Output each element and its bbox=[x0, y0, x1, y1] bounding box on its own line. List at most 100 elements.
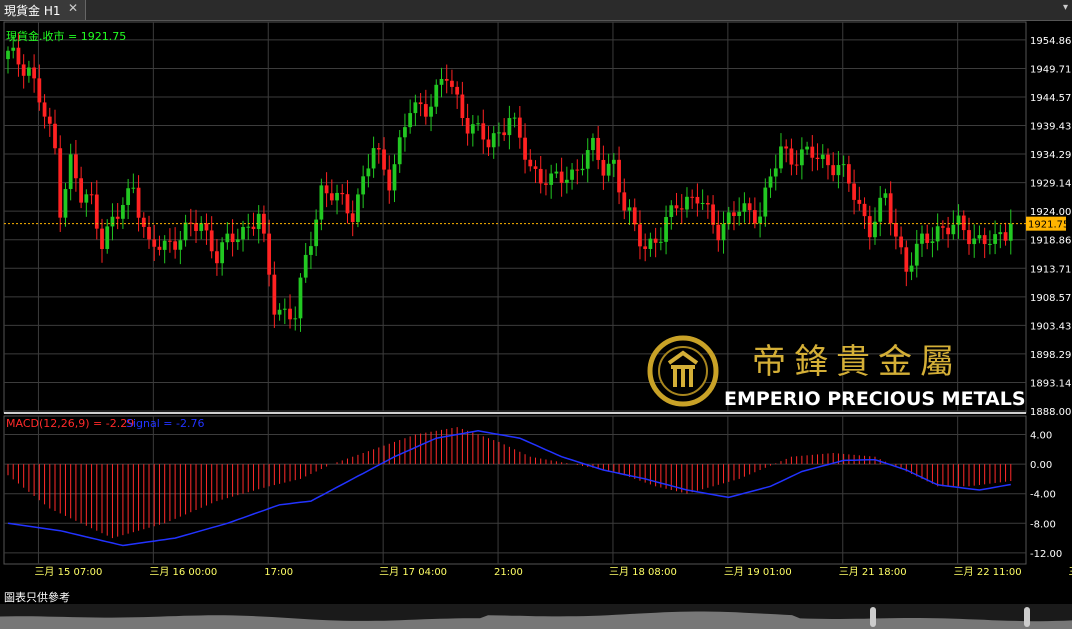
candle-body bbox=[967, 230, 971, 245]
candle-body bbox=[742, 203, 747, 212]
candle-body bbox=[862, 203, 867, 217]
candle-body bbox=[737, 211, 742, 217]
candle-body bbox=[74, 154, 78, 179]
candle-body bbox=[716, 224, 721, 241]
logo-chinese-text: 帝鋒貴金屬 bbox=[752, 342, 962, 382]
candle-body bbox=[517, 117, 522, 138]
candle-body bbox=[544, 183, 548, 185]
x-tick-label: 三月 22 11:00 bbox=[954, 566, 1022, 578]
candle-body bbox=[648, 238, 653, 249]
candle-body bbox=[126, 188, 131, 206]
close-icon[interactable]: ✕ bbox=[68, 1, 78, 15]
candle-body bbox=[538, 168, 543, 184]
candle-body bbox=[21, 64, 26, 76]
candle-body bbox=[799, 149, 804, 166]
candle-body bbox=[669, 205, 674, 218]
candle-body bbox=[564, 179, 569, 183]
candle-body bbox=[888, 193, 893, 224]
chart-scrollbar[interactable] bbox=[0, 604, 1072, 629]
candle-body bbox=[988, 243, 992, 245]
candle-body bbox=[747, 203, 752, 211]
price-tick-label: 1954.86 bbox=[1030, 36, 1071, 47]
candle-body bbox=[403, 127, 407, 138]
candle-body bbox=[580, 168, 585, 171]
candle-body bbox=[356, 194, 360, 223]
candle-body bbox=[685, 196, 689, 210]
candle-body bbox=[617, 159, 621, 193]
price-tick-label: 1888.00 bbox=[1030, 407, 1071, 418]
price-tick-label: 1918.86 bbox=[1030, 236, 1071, 247]
x-tick-label: 17:00 bbox=[264, 567, 293, 578]
candle-body bbox=[136, 187, 141, 218]
candle-body bbox=[53, 123, 57, 149]
candle-body bbox=[319, 185, 324, 220]
candle-body bbox=[695, 196, 700, 204]
candle-body bbox=[408, 113, 413, 128]
macd-tick-label: 0.00 bbox=[1030, 460, 1052, 471]
candle-body bbox=[611, 159, 616, 164]
candle-body bbox=[831, 165, 836, 176]
candle-body bbox=[251, 226, 256, 230]
candle-body bbox=[168, 240, 172, 242]
candle-body bbox=[977, 235, 982, 239]
candle-body bbox=[554, 171, 559, 174]
candle-body bbox=[559, 171, 564, 183]
candle-body bbox=[752, 210, 757, 224]
candle-body bbox=[230, 233, 235, 243]
x-tick-label: 三月 21 18:00 bbox=[839, 566, 907, 578]
candle-body bbox=[79, 178, 83, 203]
candle-body bbox=[209, 230, 214, 252]
candle-body bbox=[810, 146, 815, 158]
candle-body bbox=[481, 123, 486, 140]
candle-body bbox=[794, 164, 799, 166]
x-tick-label: 三月 18 08:00 bbox=[609, 566, 677, 578]
chart-canvas[interactable]: 帝鋒貴金屬 EMPERIO PRECIOUS METALS 1954.86 1949… bbox=[0, 20, 1072, 589]
candle-body bbox=[162, 240, 167, 250]
candle-body bbox=[935, 226, 940, 242]
candle-body bbox=[622, 192, 627, 211]
candle-body bbox=[982, 235, 987, 245]
candle-body bbox=[852, 183, 856, 200]
candle-body bbox=[596, 137, 601, 160]
candle-body bbox=[658, 241, 663, 243]
candle-body bbox=[272, 274, 277, 315]
candle-body bbox=[115, 216, 120, 219]
candle-body bbox=[324, 185, 329, 194]
chart-tab[interactable]: 現貨金 H1 ✕ bbox=[0, 0, 86, 20]
signal-title: Signal = -2.76 bbox=[126, 417, 204, 430]
candle-body bbox=[946, 227, 950, 235]
candle-body bbox=[507, 118, 512, 136]
chevron-down-icon[interactable]: ▾ bbox=[1063, 2, 1068, 13]
candle-body bbox=[909, 265, 914, 272]
candle-body bbox=[450, 80, 454, 87]
macd-tick-label: -12.00 bbox=[1030, 549, 1062, 560]
candle-body bbox=[638, 224, 642, 247]
macd-panel bbox=[3, 415, 1027, 565]
navigator-handle-left bbox=[870, 607, 876, 627]
candle-body bbox=[528, 159, 533, 167]
candle-body bbox=[601, 159, 606, 176]
navigator-handle-right bbox=[1024, 607, 1030, 627]
candle-body bbox=[679, 208, 684, 210]
candle-body bbox=[277, 309, 282, 315]
candle-body bbox=[413, 102, 418, 114]
candle-body bbox=[920, 233, 924, 244]
candle-body bbox=[47, 116, 52, 124]
candle-body bbox=[758, 216, 762, 224]
candle-body bbox=[225, 233, 230, 243]
candle-body bbox=[1008, 223, 1013, 241]
candle-body bbox=[256, 213, 261, 230]
candle-body bbox=[37, 78, 42, 103]
candle-body bbox=[439, 78, 444, 85]
candle-body bbox=[309, 246, 313, 255]
candle-body bbox=[329, 193, 334, 201]
candle-body bbox=[857, 199, 862, 204]
candle-body bbox=[705, 203, 710, 205]
candle-body bbox=[763, 187, 768, 217]
candle-body bbox=[1003, 232, 1008, 241]
chart-tab-title: 現貨金 H1 bbox=[4, 4, 61, 18]
candle-body bbox=[653, 238, 658, 243]
candle-body bbox=[371, 148, 376, 169]
price-tick-label: 1924.00 bbox=[1030, 207, 1071, 218]
candle-body bbox=[382, 149, 386, 170]
